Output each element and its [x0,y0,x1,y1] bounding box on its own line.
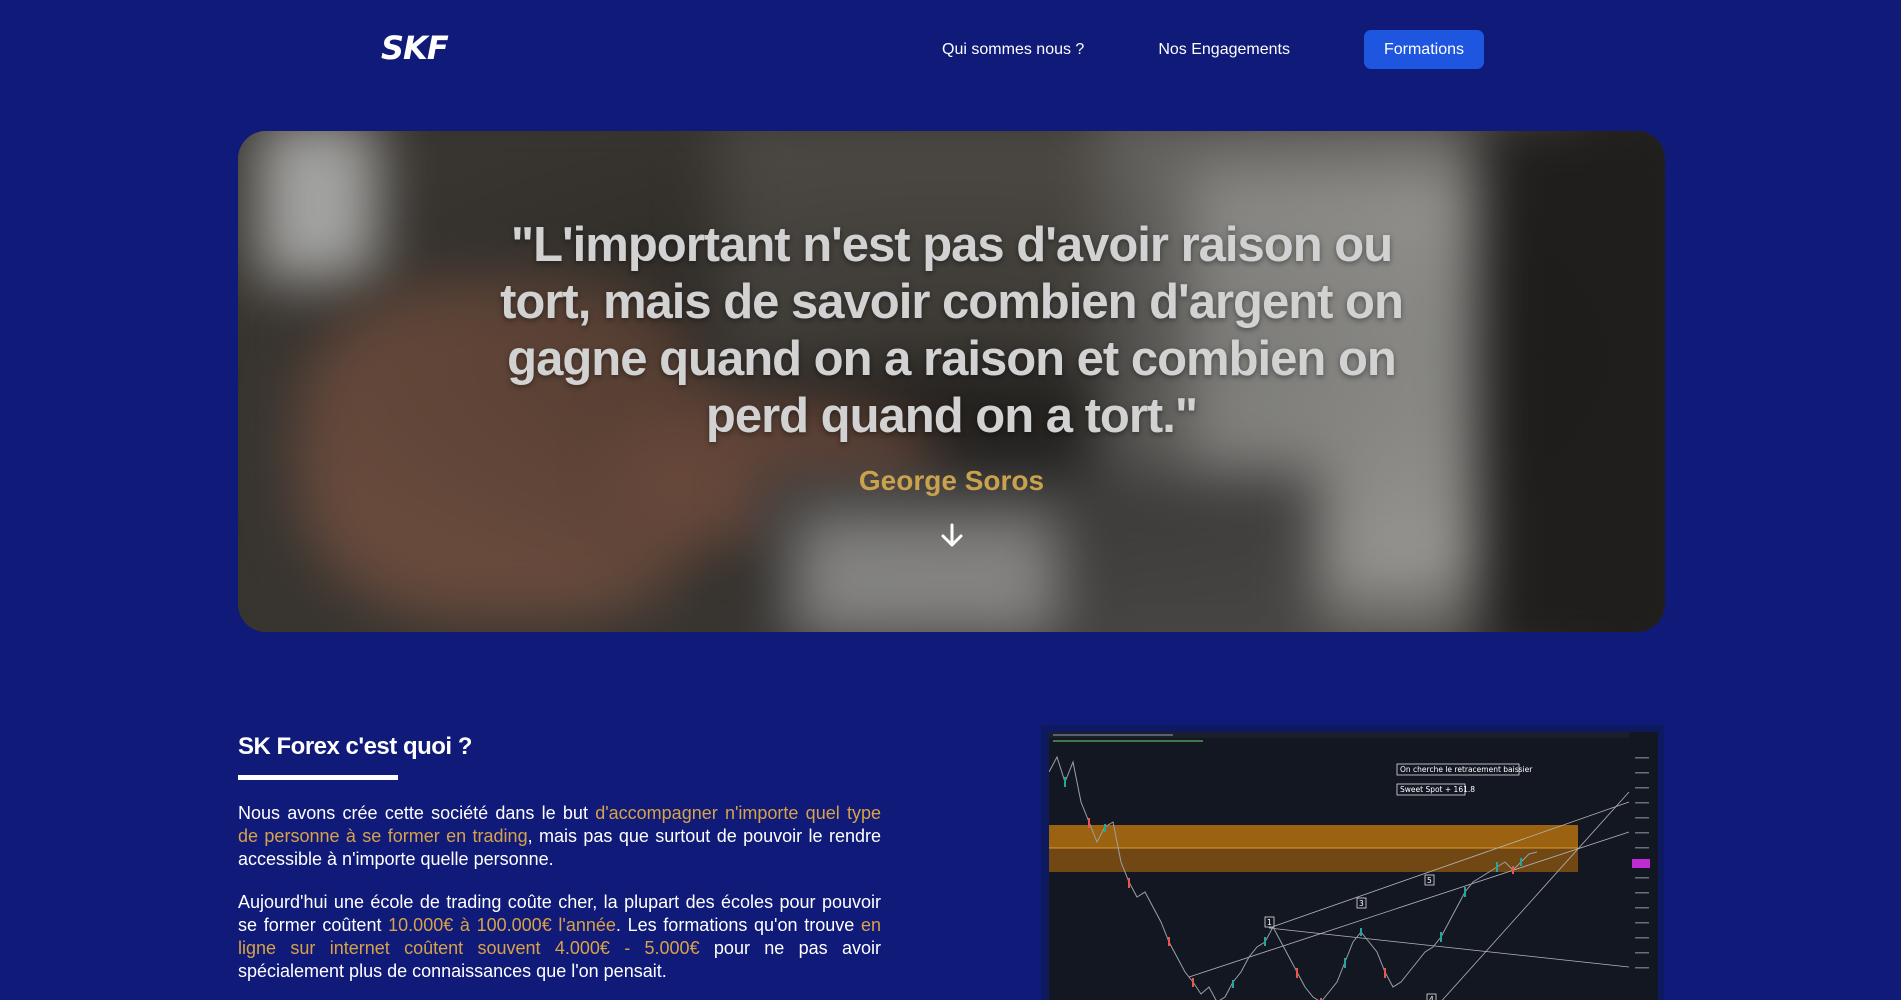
about-title: SK Forex c'est quoi ? [238,733,472,760]
arrow-down-icon[interactable] [940,523,964,549]
main-nav: Qui sommes nous ? Nos Engagements Format… [942,30,1484,69]
chart-wave-5: 5 [1427,876,1432,885]
trading-chart-image: On cherche le retracement baissier Sweet… [1041,725,1664,1000]
hero-quote: "L'important n'est pas d'avoir raison ou… [500,218,1404,443]
trading-chart-screenshot: On cherche le retracement baissier Sweet… [1049,732,1658,1000]
nav-about-link[interactable]: Qui sommes nous ? [942,32,1084,68]
nav-commitments-link[interactable]: Nos Engagements [1158,32,1290,68]
about-paragraph-2: Aujourd'hui une école de trading coûte c… [238,891,881,983]
chart-illustration: On cherche le retracement baissier Sweet… [1049,732,1658,1000]
chart-wave-1: 1 [1267,918,1272,927]
logo[interactable]: SKF [381,32,449,64]
chart-wave-4: 4 [1429,995,1434,1000]
chart-label-sweet-spot: Sweet Spot + 161.8 [1400,785,1475,794]
hero-banner: "L'important n'est pas d'avoir raison ou… [238,131,1665,632]
p2-text-mid: . Les formations qu'on trouve [615,915,861,935]
hero-quote-author: George Soros [858,465,1045,496]
p1-text: Nous avons crée cette société dans le bu… [238,803,596,823]
p2-highlight-price: 10.000€ à 100.000€ l'année [388,915,616,935]
nav-trainings-button[interactable]: Formations [1363,30,1484,69]
about-paragraph-1: Nous avons crée cette société dans le bu… [238,802,881,871]
chart-label-retracement: On cherche le retracement baissier [1400,765,1533,774]
about-title-underline [238,775,398,780]
chart-wave-3: 3 [1359,899,1364,908]
